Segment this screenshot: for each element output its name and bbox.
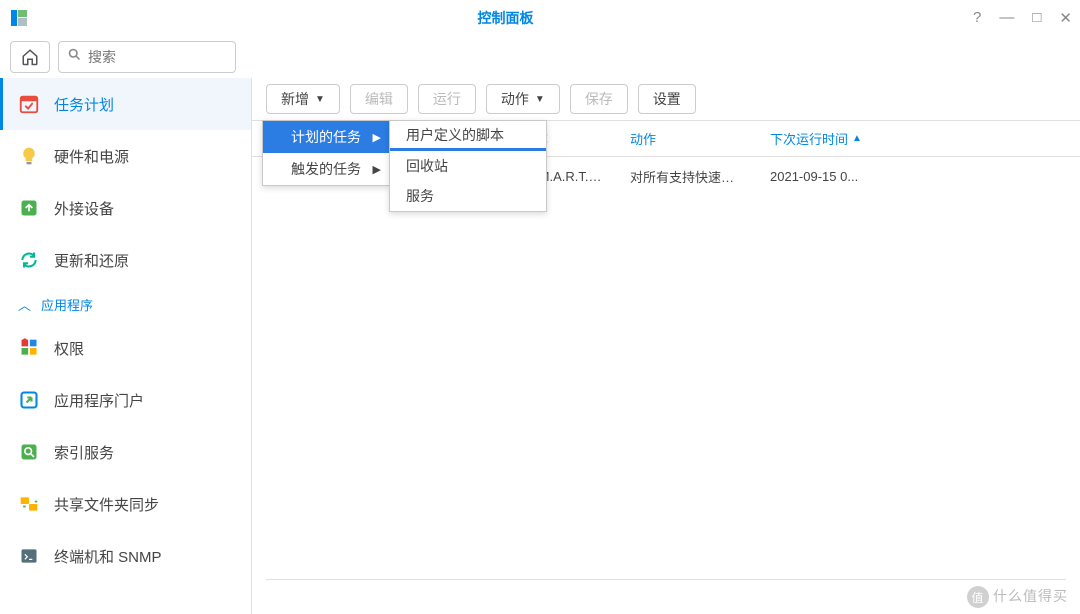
sidebar-item-label: 索引服务 <box>54 442 114 463</box>
sidebar-item-index-service[interactable]: 索引服务 <box>0 426 251 478</box>
app-icon <box>8 7 30 29</box>
sidebar-item-task-scheduler[interactable]: 任务计划 <box>0 78 251 130</box>
window-controls: ? — □ ✕ <box>973 9 1072 27</box>
sidebar-item-label: 任务计划 <box>54 94 114 115</box>
top-row <box>0 36 1080 78</box>
submenu-user-script[interactable]: 用户定义的脚本 <box>390 121 546 151</box>
sidebar-section-label: 应用程序 <box>41 295 93 314</box>
upload-icon <box>18 197 40 219</box>
sidebar-item-label: 终端机和 SNMP <box>54 546 162 567</box>
maximize-button[interactable]: □ <box>1032 9 1041 27</box>
sidebar[interactable]: 任务计划 硬件和电源 外接设备 更新和还原 ︿ 应用程序 <box>0 78 252 614</box>
edit-button[interactable]: 编辑 <box>350 84 408 114</box>
save-button[interactable]: 保存 <box>570 84 628 114</box>
close-button[interactable]: ✕ <box>1059 9 1072 27</box>
new-dropdown: 计划的任务 ▶ 触发的任务 ▶ <box>262 120 390 186</box>
chevron-right-icon: ▶ <box>373 131 381 144</box>
portal-icon <box>18 389 40 411</box>
sidebar-item-shared-folder-sync[interactable]: 共享文件夹同步 <box>0 478 251 530</box>
bulb-icon <box>18 145 40 167</box>
sidebar-item-label: 应用程序门户 <box>54 390 144 411</box>
sync-icon <box>18 493 40 515</box>
search-input[interactable] <box>88 49 188 65</box>
sort-asc-icon: ▲ <box>852 133 862 144</box>
calendar-check-icon <box>18 93 40 115</box>
content: 新增▼ 编辑 运行 动作▼ 保存 设置 计划的任务 ▶ 触发的任务 ▶ 用户定义… <box>252 78 1080 614</box>
submenu-service[interactable]: 服务 <box>390 181 546 211</box>
main: 任务计划 硬件和电源 外接设备 更新和还原 ︿ 应用程序 <box>0 78 1080 614</box>
chevron-right-icon: ▶ <box>373 163 381 176</box>
home-button[interactable] <box>10 41 50 73</box>
sidebar-item-label: 更新和还原 <box>54 250 129 271</box>
sidebar-section-apps[interactable]: ︿ 应用程序 <box>0 286 251 322</box>
cell-next: 2021-09-15 0... <box>756 169 1080 184</box>
col-next-run[interactable]: 下次运行时间▲ <box>756 121 1080 156</box>
scheduled-submenu: 用户定义的脚本 回收站 服务 <box>389 120 547 212</box>
sidebar-item-privileges[interactable]: 权限 <box>0 322 251 374</box>
cell-action: 对所有支持快速检... <box>616 167 756 186</box>
settings-button[interactable]: 设置 <box>638 84 696 114</box>
sidebar-item-label: 共享文件夹同步 <box>54 494 159 515</box>
caret-down-icon: ▼ <box>535 94 545 105</box>
chevron-up-icon: ︿ <box>18 295 31 314</box>
sidebar-item-label: 权限 <box>54 338 84 359</box>
minimize-button[interactable]: — <box>999 9 1014 27</box>
sidebar-item-label: 硬件和电源 <box>54 146 129 167</box>
col-action[interactable]: 动作 <box>616 121 756 156</box>
sidebar-item-app-portal[interactable]: 应用程序门户 <box>0 374 251 426</box>
sidebar-item-external-devices[interactable]: 外接设备 <box>0 182 251 234</box>
action-button[interactable]: 动作▼ <box>486 84 560 114</box>
sidebar-item-hardware-power[interactable]: 硬件和电源 <box>0 130 251 182</box>
run-button[interactable]: 运行 <box>418 84 476 114</box>
toolbar: 新增▼ 编辑 运行 动作▼ 保存 设置 <box>252 78 1080 120</box>
new-button[interactable]: 新增▼ <box>266 84 340 114</box>
help-button[interactable]: ? <box>973 9 981 27</box>
terminal-icon <box>18 545 40 567</box>
sidebar-item-label: 外接设备 <box>54 198 114 219</box>
submenu-recycle-bin[interactable]: 回收站 <box>390 151 546 181</box>
dropdown-scheduled-task[interactable]: 计划的任务 ▶ <box>263 121 389 153</box>
search-icon <box>67 47 82 67</box>
sidebar-item-terminal-snmp[interactable]: 终端机和 SNMP <box>0 530 251 582</box>
search-box[interactable] <box>58 41 236 73</box>
content-body: 计划的任务 ▶ 触发的任务 ▶ 用户定义的脚本 回收站 服务 务 任务名称 动作 <box>252 120 1080 614</box>
refresh-icon <box>18 249 40 271</box>
dropdown-triggered-task[interactable]: 触发的任务 ▶ <box>263 153 389 185</box>
divider <box>266 579 1066 580</box>
caret-down-icon: ▼ <box>315 94 325 105</box>
window-title: 控制面板 <box>38 8 973 28</box>
titlebar: 控制面板 ? — □ ✕ <box>0 0 1080 36</box>
sidebar-item-update-restore[interactable]: 更新和还原 <box>0 234 251 286</box>
index-icon <box>18 441 40 463</box>
privileges-icon <box>18 337 40 359</box>
